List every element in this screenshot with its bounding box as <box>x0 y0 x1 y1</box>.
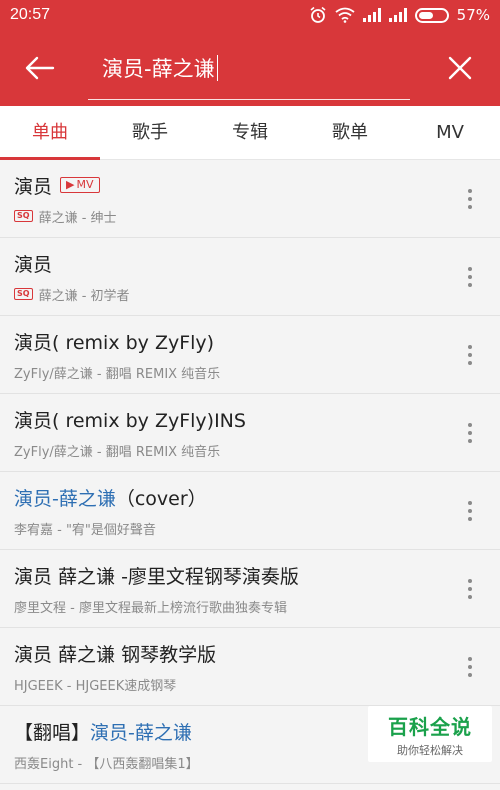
song-subtitle: ZyFly/薛之谦 - 翻唱 REMIX 纯音乐 <box>14 366 221 382</box>
song-title-suffix: （cover） <box>115 487 207 510</box>
more-options-icon[interactable] <box>440 472 500 550</box>
song-title: 演员( remix by ZyFly) <box>14 331 215 354</box>
song-row[interactable]: 演员 薛之谦 -廖里文程钢琴演奏版 廖里文程 - 廖里文程最新上榜流行歌曲独奏专… <box>0 550 500 628</box>
song-list: 演员 ▶ MV SQ 薛之谦 - 绅士 演员 SQ 薛之谦 - 初学者 演员(… <box>0 160 500 784</box>
mv-badge[interactable]: ▶ MV <box>60 177 100 193</box>
battery-icon <box>414 7 449 23</box>
song-title-highlight: 演员-薛之谦 <box>14 487 116 510</box>
song-subtitle: 薛之谦 - 绅士 <box>38 210 117 226</box>
song-row[interactable]: 演员-薛之谦（cover） 李宥嘉 - "宥"是個好聲音 <box>0 472 500 550</box>
status-bar: 20:57 57% <box>0 0 500 30</box>
song-subtitle: 薛之谦 - 初学者 <box>38 288 130 304</box>
battery-level: 57% <box>456 6 490 24</box>
watermark-logo: 百科全说 助你轻松解决 <box>368 706 492 762</box>
clear-search-button[interactable] <box>420 30 500 106</box>
status-icons: 57% <box>309 6 490 24</box>
signal-icon <box>362 8 381 22</box>
search-query-text: 演员-薛之谦 <box>102 57 215 81</box>
song-subtitle: 廖里文程 - 廖里文程最新上榜流行歌曲独奏专辑 <box>14 600 287 616</box>
watermark-title: 百科全说 <box>388 714 472 739</box>
tab-singers[interactable]: 歌手 <box>100 106 200 160</box>
more-options-icon[interactable] <box>440 238 500 316</box>
back-button[interactable] <box>0 30 80 106</box>
song-title: 演员 <box>14 175 53 198</box>
status-time: 20:57 <box>10 6 51 23</box>
more-options-icon[interactable] <box>440 160 500 238</box>
song-title: 演员 <box>14 253 53 276</box>
song-subtitle: 李宥嘉 - "宥"是個好聲音 <box>14 522 156 538</box>
song-subtitle: HJGEEK - HJGEEK速成钢琴 <box>14 678 177 694</box>
song-row[interactable]: 演员 ▶ MV SQ 薛之谦 - 绅士 <box>0 160 500 238</box>
song-row[interactable]: 演员 薛之谦 钢琴教学版 HJGEEK - HJGEEK速成钢琴 <box>0 628 500 706</box>
text-caret <box>216 55 219 81</box>
search-row: 演员-薛之谦 <box>0 30 500 106</box>
song-row[interactable]: 演员 SQ 薛之谦 - 初学者 <box>0 238 500 316</box>
arrow-left-icon <box>25 56 55 80</box>
sq-quality-badge: SQ <box>14 288 33 300</box>
signal-icon-2 <box>388 8 407 22</box>
tab-mv[interactable]: MV <box>400 106 500 160</box>
song-row[interactable]: 演员( remix by ZyFly)INS ZyFly/薛之谦 - 翻唱 RE… <box>0 394 500 472</box>
search-input[interactable]: 演员-薛之谦 <box>80 30 420 106</box>
sq-quality-badge: SQ <box>14 210 33 222</box>
alarm-icon <box>310 6 326 23</box>
song-title: 演员 薛之谦 钢琴教学版 <box>14 643 217 666</box>
more-options-icon[interactable] <box>440 316 500 394</box>
more-options-icon[interactable] <box>440 394 500 472</box>
song-title: 演员( remix by ZyFly)INS <box>14 409 246 432</box>
tab-albums[interactable]: 专辑 <box>200 106 300 160</box>
song-title-prefix: 【翻唱】 <box>14 721 91 744</box>
song-row[interactable]: 演员( remix by ZyFly) ZyFly/薛之谦 - 翻唱 REMIX… <box>0 316 500 394</box>
song-subtitle: 西轰Eight - 【八西轰翻唱集1】 <box>14 756 199 772</box>
search-underline <box>88 98 410 100</box>
header-bar: 20:57 57% 演员-薛之谦 <box>0 0 500 106</box>
more-options-icon[interactable] <box>440 550 500 628</box>
wifi-icon <box>335 7 355 23</box>
song-title-highlight: 演员-薛之谦 <box>90 721 192 744</box>
song-subtitle: ZyFly/薛之谦 - 翻唱 REMIX 纯音乐 <box>14 444 221 460</box>
watermark-subtitle: 助你轻松解决 <box>397 743 463 757</box>
more-options-icon[interactable] <box>440 628 500 706</box>
tab-playlists[interactable]: 歌单 <box>300 106 400 160</box>
tab-songs[interactable]: 单曲 <box>0 106 100 160</box>
category-tabs: 单曲 歌手 专辑 歌单 MV <box>0 106 500 160</box>
song-title: 演员 薛之谦 -廖里文程钢琴演奏版 <box>14 565 299 588</box>
close-icon <box>448 56 472 80</box>
play-icon: ▶ <box>66 178 75 191</box>
